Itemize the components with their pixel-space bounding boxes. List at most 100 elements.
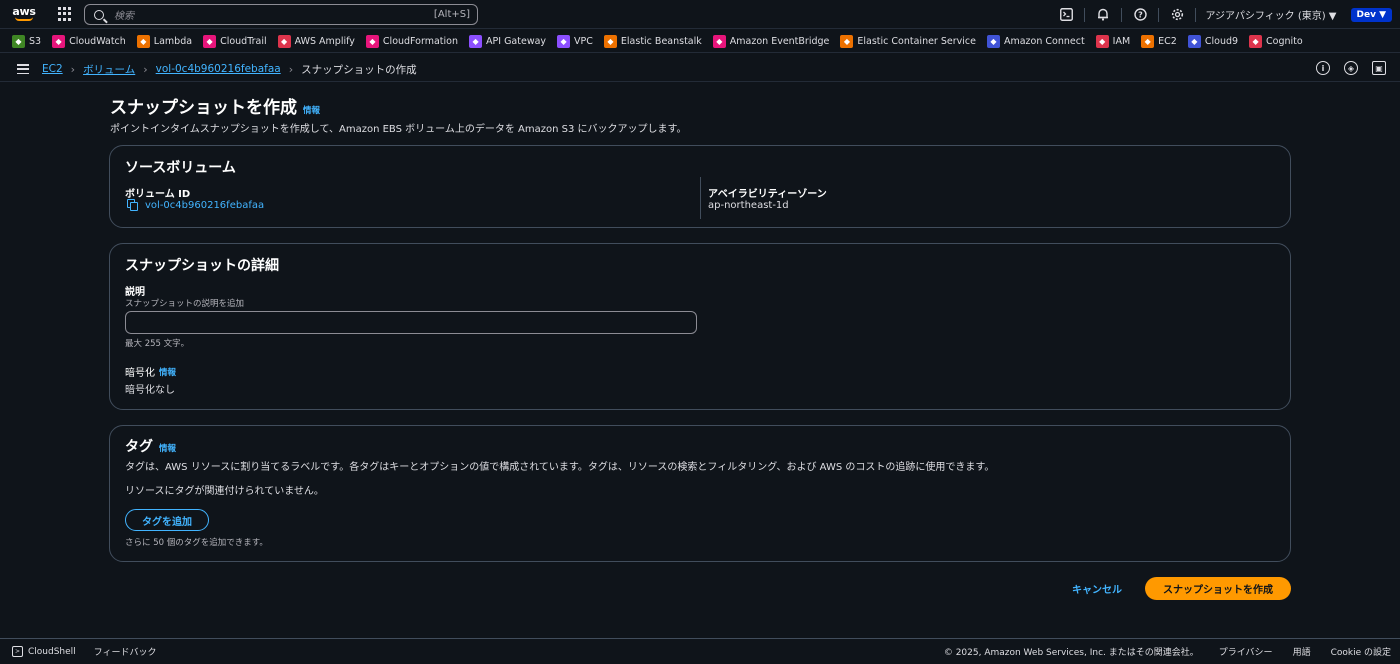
- favorite-cloud9[interactable]: ◆ Cloud9: [1187, 34, 1238, 48]
- favorite-label: CloudTrail: [220, 35, 267, 47]
- cloudshell-icon[interactable]: [1057, 6, 1075, 24]
- description-input[interactable]: [125, 311, 697, 334]
- copy-icon[interactable]: [127, 199, 139, 211]
- breadcrumb-ec2[interactable]: EC2: [42, 63, 63, 75]
- volume-id-label: ボリューム ID: [125, 189, 191, 200]
- favorite-elastic-container-service[interactable]: ◆ Elastic Container Service: [840, 34, 976, 48]
- vpc-icon: ◆: [557, 34, 571, 48]
- tags-description: タグは、AWS リソースに割り当てるラベルです。各タグはキーとオプションの値で構…: [125, 462, 995, 473]
- create-snapshot-button[interactable]: スナップショットを作成: [1145, 577, 1291, 600]
- iam-icon: ◆: [1095, 34, 1109, 48]
- region-selector[interactable]: アジアパシフィック (東京) ▼: [1205, 7, 1336, 22]
- tags-info-link[interactable]: 情報: [159, 442, 176, 454]
- favorite-label: Amazon Connect: [1003, 35, 1085, 47]
- notifications-panel-icon[interactable]: ▣: [1372, 61, 1386, 75]
- ec2-icon: ◆: [1141, 34, 1155, 48]
- tags-heading: タグ 情報: [125, 436, 176, 456]
- favorite-cognito[interactable]: ◆ Cognito: [1249, 34, 1303, 48]
- favorite-lambda[interactable]: ◆ Lambda: [136, 34, 193, 48]
- account-menu[interactable]: Dev ▼: [1350, 7, 1392, 22]
- favorite-aws-amplify[interactable]: ◆ AWS Amplify: [277, 34, 355, 48]
- cognito-icon: ◆: [1249, 34, 1263, 48]
- cancel-button[interactable]: キャンセル: [1072, 581, 1122, 596]
- favorite-label: AWS Amplify: [294, 35, 355, 47]
- favorite-s3[interactable]: ◆ S3: [12, 34, 42, 48]
- top-navigation: aws 検索 [Alt+S] ? アジアパシフィック (東京) ▼ Dev ▼: [0, 0, 1400, 29]
- cloudshell-label: CloudShell: [28, 646, 76, 657]
- privacy-link[interactable]: プライバシー: [1219, 645, 1273, 658]
- chevron-right-icon: ›: [143, 62, 148, 76]
- page-title-text: スナップショットを作成: [110, 98, 297, 118]
- help-icon[interactable]: ?: [1131, 6, 1149, 24]
- favorite-ec2[interactable]: ◆ EC2: [1141, 34, 1177, 48]
- chevron-right-icon: ›: [288, 62, 294, 76]
- settings-gear-icon[interactable]: [1168, 6, 1186, 24]
- favorite-amazon-eventbridge[interactable]: ◆ Amazon EventBridge: [712, 34, 830, 48]
- tags-heading-text: タグ: [125, 439, 153, 455]
- cookie-settings-link[interactable]: Cookie の設定: [1331, 645, 1391, 658]
- shield-feedback-icon[interactable]: ◈: [1344, 61, 1358, 75]
- search-icon: [94, 9, 104, 20]
- favorite-label: IAM: [1112, 35, 1131, 47]
- page-description: ポイントインタイムスナップショットを作成して、Amazon EBS ボリューム上…: [110, 124, 687, 135]
- ecs-icon: ◆: [840, 34, 854, 48]
- favorite-label: CloudWatch: [69, 35, 126, 47]
- availability-zone-value: ap-northeast-1d: [708, 200, 789, 211]
- description-label: 説明: [125, 287, 145, 298]
- breadcrumb-volumes[interactable]: ボリューム: [83, 62, 135, 77]
- favorite-amazon-connect[interactable]: ◆ Amazon Connect: [986, 34, 1085, 48]
- page-title: スナップショットを作成 情報: [110, 93, 320, 118]
- terms-link[interactable]: 用語: [1293, 645, 1311, 658]
- cloud9-icon: ◆: [1187, 34, 1201, 48]
- tags-panel: タグ 情報 タグは、AWS リソースに割り当てるラベルです。各タグはキーとオプシ…: [109, 425, 1291, 562]
- favorite-iam[interactable]: ◆ IAM: [1095, 34, 1131, 48]
- info-panel-icon[interactable]: i: [1316, 61, 1330, 75]
- volume-id-link[interactable]: vol-0c4b960216febafaa: [145, 200, 264, 211]
- api-gateway-icon: ◆: [469, 34, 483, 48]
- favorite-label: CloudFormation: [382, 35, 459, 47]
- source-volume-panel: ソースボリューム ボリューム ID vol-0c4b960216febafaa …: [109, 145, 1291, 228]
- cloudshell-footer-button[interactable]: > CloudShell: [12, 646, 76, 657]
- breadcrumb-bar: EC2 › ボリューム › vol-0c4b960216febafaa › スナ…: [0, 57, 1400, 82]
- chevron-right-icon: ›: [70, 62, 76, 76]
- cloudwatch-icon: ◆: [52, 34, 66, 48]
- encryption-info-link[interactable]: 情報: [159, 366, 176, 378]
- favorite-label: Cognito: [1266, 35, 1303, 47]
- favorite-cloudformation[interactable]: ◆ CloudFormation: [365, 34, 459, 48]
- info-link[interactable]: 情報: [303, 104, 320, 116]
- notifications-bell-icon[interactable]: [1094, 6, 1112, 24]
- favorite-label: S3: [29, 35, 42, 47]
- search-input[interactable]: 検索 [Alt+S]: [84, 4, 478, 25]
- favorite-label: Elastic Beanstalk: [620, 35, 702, 47]
- breadcrumb-volume-id[interactable]: vol-0c4b960216febafaa: [156, 63, 281, 75]
- favorite-label: Amazon EventBridge: [729, 35, 830, 47]
- favorite-vpc[interactable]: ◆ VPC: [557, 34, 593, 48]
- tags-empty-message: リソースにタグが関連付けられていません。: [125, 486, 324, 497]
- tags-remaining: さらに 50 個のタグを追加できます。: [125, 538, 268, 548]
- favorite-elastic-beanstalk[interactable]: ◆ Elastic Beanstalk: [603, 34, 702, 48]
- favorite-label: VPC: [574, 35, 593, 47]
- s3-icon: ◆: [12, 34, 25, 48]
- copyright-text: © 2025, Amazon Web Services, Inc. またはその関…: [943, 648, 1199, 658]
- search-placeholder: 検索: [114, 11, 134, 22]
- side-navigation-toggle-icon[interactable]: [17, 64, 29, 74]
- snapshot-details-panel: スナップショットの詳細 説明 スナップショットの説明を追加 最大 255 文字。…: [109, 243, 1291, 410]
- encryption-label: 暗号化: [125, 368, 155, 379]
- feedback-link[interactable]: フィードバック: [94, 645, 157, 658]
- cloudformation-icon: ◆: [365, 34, 379, 48]
- favorite-cloudtrail[interactable]: ◆ CloudTrail: [203, 34, 267, 48]
- aws-logo[interactable]: aws: [12, 4, 36, 24]
- favorite-label: EC2: [1158, 35, 1177, 47]
- services-menu-icon[interactable]: [58, 7, 72, 21]
- favorite-cloudwatch[interactable]: ◆ CloudWatch: [52, 34, 126, 48]
- source-volume-heading: ソースボリューム: [125, 160, 236, 176]
- svg-text:?: ?: [1138, 10, 1143, 19]
- beanstalk-icon: ◆: [603, 34, 617, 48]
- favorite-api-gateway[interactable]: ◆ API Gateway: [469, 34, 546, 48]
- connect-icon: ◆: [986, 34, 1000, 48]
- favorites-bar: ◆ S3 ◆ CloudWatch ◆ Lambda ◆ CloudTrail ◆ AWS Amp…: [0, 30, 1400, 53]
- favorite-label: Lambda: [153, 35, 193, 47]
- add-tag-button[interactable]: タグを追加: [125, 509, 209, 531]
- availability-zone-label: アベイラビリティーゾーン: [708, 189, 827, 200]
- cloudtrail-icon: ◆: [203, 34, 217, 48]
